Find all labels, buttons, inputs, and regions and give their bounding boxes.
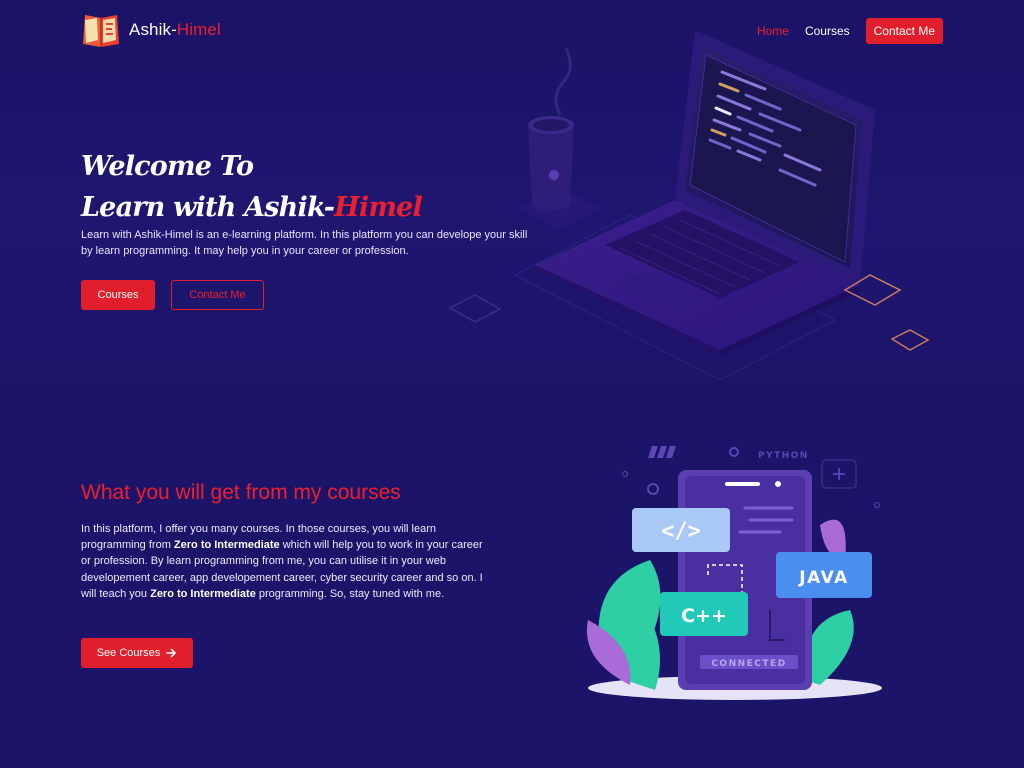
arrow-right-icon <box>166 648 177 658</box>
see-courses-label: See Courses <box>96 647 161 659</box>
laptop-illustration <box>448 30 930 380</box>
hero-description: Learn with Ashik-Himel is an e-learning … <box>81 229 528 257</box>
features-title: What you will get from my courses <box>81 481 401 504</box>
nav-courses[interactable]: Courses <box>805 24 850 38</box>
hero-title-accent: Himel <box>334 192 423 223</box>
nav-contact-button[interactable]: Contact Me <box>865 18 943 44</box>
brand[interactable]: Ashik-Himel <box>81 12 221 48</box>
features-description: In this platform, I offer you many cours… <box>81 523 483 600</box>
book-icon <box>83 15 119 47</box>
nav-home[interactable]: Home <box>757 24 789 38</box>
cpp-tag: C++ <box>681 605 727 627</box>
hero-section: Ashik-Himel Home Courses Contact Me Welc… <box>0 0 1024 380</box>
code-tag: </> <box>661 519 701 544</box>
brand-name: Ashik-Himel <box>129 20 221 39</box>
hero-title-line2: Learn with Ashik- <box>81 192 335 223</box>
main-nav: Home Courses Contact Me <box>757 18 943 44</box>
connected-label: CONNECTED <box>711 659 786 669</box>
hero-title: Welcome To Learn with Ashik-Himel <box>81 146 423 228</box>
see-courses-button[interactable]: See Courses <box>81 638 193 668</box>
python-label: PYTHON <box>758 451 809 461</box>
programming-phone-illustration: CONNECTED </> C++ JAVA PYTHON <box>586 446 882 700</box>
hero-title-line1: Welcome To <box>81 151 254 182</box>
courses-button[interactable]: Courses <box>81 280 155 310</box>
java-tag: JAVA <box>798 568 849 588</box>
contact-me-button[interactable]: Contact Me <box>171 280 264 310</box>
